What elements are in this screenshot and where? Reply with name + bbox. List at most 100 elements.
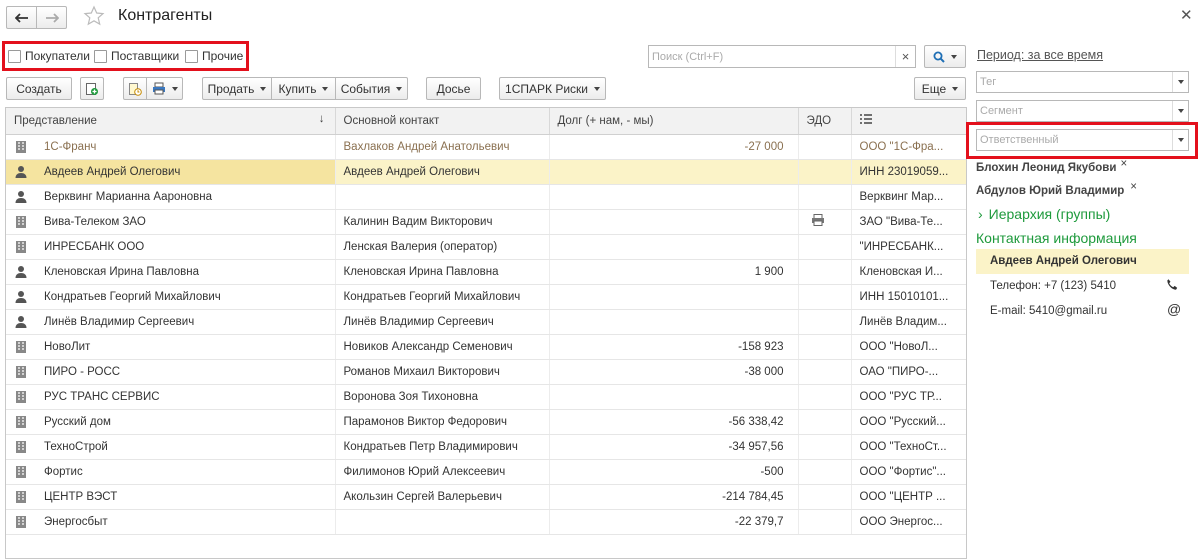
table-row[interactable]: Кленовская Ирина Павловна Кленовская Ирин… (6, 259, 966, 285)
phone-icon[interactable] (1166, 278, 1179, 294)
back-button[interactable] (6, 6, 37, 29)
cell-extra[interactable]: ОАО "ПИРО-... (851, 359, 966, 385)
table-row[interactable]: ПИРО - РОСС Романов Михаил Викторович -38 … (6, 359, 966, 385)
cell-name[interactable]: ПИРО - РОСС (6, 359, 336, 385)
table-row[interactable]: НовоЛит Новиков Александр Семенович -158 9… (6, 334, 966, 360)
cell-debt[interactable] (549, 309, 799, 335)
remove-icon[interactable]: × (1130, 181, 1137, 193)
search-button[interactable] (924, 45, 966, 68)
cell-extra[interactable]: ООО "ЦЕНТР ... (851, 484, 966, 510)
cell-debt[interactable] (549, 234, 799, 260)
cell-name[interactable]: Вива-Телеком ЗАО (6, 209, 336, 235)
cell-edo[interactable] (798, 234, 852, 260)
cell-extra[interactable]: ИНН 23019059... (851, 159, 966, 185)
cell-debt[interactable]: 1 900 (549, 259, 799, 285)
cell-edo[interactable] (798, 184, 852, 210)
cell-contact[interactable]: Романов Михаил Викторович (335, 359, 550, 385)
cell-edo[interactable] (798, 434, 852, 460)
cell-edo[interactable] (798, 259, 852, 285)
close-icon[interactable]: ✕ (1180, 6, 1193, 24)
search-input[interactable]: Поиск (Ctrl+F) × (648, 45, 916, 68)
chevron-down-icon[interactable] (1172, 72, 1188, 92)
table-row[interactable]: ИНРЕСБАНК ООО Ленская Валерия (оператор) "… (6, 234, 966, 260)
cell-debt[interactable]: -34 957,56 (549, 434, 799, 460)
table-row[interactable]: Энергосбыт -22 379,7 ООО Энергос... (6, 509, 966, 535)
cell-extra[interactable]: ООО "НовоЛ... (851, 334, 966, 360)
buy-button[interactable]: Купить (271, 77, 336, 100)
cell-debt[interactable]: -56 338,42 (549, 409, 799, 435)
col-list-header[interactable] (851, 108, 966, 135)
filter-other[interactable]: Прочие (185, 49, 243, 64)
events-button[interactable]: События (335, 77, 408, 100)
cell-edo[interactable] (798, 334, 852, 360)
cell-name[interactable]: НовоЛит (6, 334, 336, 360)
cell-extra[interactable]: ООО "РУС ТР... (851, 384, 966, 410)
cell-name[interactable]: Линёв Владимир Сергеевич (6, 309, 336, 335)
cell-contact[interactable] (335, 184, 550, 210)
other-checkbox[interactable] (185, 50, 198, 64)
cell-edo[interactable] (798, 459, 852, 485)
table-row[interactable]: РУС ТРАНС СЕРВИС Воронова Зоя Тихоновна ОО… (6, 384, 966, 410)
cell-extra[interactable]: ООО Энергос... (851, 509, 966, 535)
cell-extra[interactable]: ООО "1С-Фра... (851, 134, 966, 160)
cell-extra[interactable]: ИНН 15010101... (851, 284, 966, 310)
more-button[interactable]: Еще (914, 77, 966, 100)
table-row[interactable]: ТехноСтрой Кондратьев Петр Владимирович -3… (6, 434, 966, 460)
cell-contact[interactable]: Кондратьев Георгий Михайлович (335, 284, 550, 310)
cell-contact[interactable]: Кондратьев Петр Владимирович (335, 434, 550, 460)
cell-edo[interactable] (798, 309, 852, 335)
cell-name[interactable]: ЦЕНТР ВЭСТ (6, 484, 336, 510)
print-button[interactable] (146, 77, 183, 100)
cell-edo[interactable] (798, 159, 852, 185)
email-icon[interactable]: @ (1167, 301, 1181, 317)
col-debt-header[interactable]: Долг (+ нам, - мы) (549, 108, 799, 135)
dossier-button[interactable]: Досье (426, 77, 481, 100)
col-contact-header[interactable]: Основной контакт (335, 108, 550, 135)
report-button[interactable] (123, 77, 147, 100)
cell-name[interactable]: Верквинг Марианна Аароновна (6, 184, 336, 210)
cell-name[interactable]: Кондратьев Георгий Михайлович (6, 284, 336, 310)
suppliers-checkbox[interactable] (94, 50, 107, 64)
cell-contact[interactable]: Парамонов Виктор Федорович (335, 409, 550, 435)
cell-name[interactable]: РУС ТРАНС СЕРВИС (6, 384, 336, 410)
segment-field[interactable]: Сегмент (976, 100, 1189, 122)
table-row[interactable]: ЦЕНТР ВЭСТ Акользин Сергей Валерьевич -214… (6, 484, 966, 510)
cell-edo[interactable] (798, 409, 852, 435)
cell-extra[interactable]: Кленовская И... (851, 259, 966, 285)
buyers-checkbox[interactable] (8, 50, 21, 64)
cell-contact[interactable]: Ленская Валерия (оператор) (335, 234, 550, 260)
table-row[interactable]: Вива-Телеком ЗАО Калинин Вадим Викторович… (6, 209, 966, 235)
cell-extra[interactable]: ООО "ТехноСт... (851, 434, 966, 460)
period-link[interactable]: Период: за все время (977, 48, 1103, 62)
cell-edo[interactable] (798, 209, 852, 235)
cell-contact[interactable]: Воронова Зоя Тихоновна (335, 384, 550, 410)
table-row[interactable]: Линёв Владимир Сергеевич Линёв Владимир С… (6, 309, 966, 335)
tag-field[interactable]: Тег (976, 71, 1189, 93)
cell-contact[interactable]: Линёв Владимир Сергеевич (335, 309, 550, 335)
cell-debt[interactable]: -500 (549, 459, 799, 485)
filter-suppliers[interactable]: Поставщики (94, 49, 179, 64)
copy-button[interactable] (80, 77, 104, 100)
col-edo-header[interactable]: ЭДО (798, 108, 852, 135)
cell-edo[interactable] (798, 509, 852, 535)
cell-debt[interactable] (549, 184, 799, 210)
cell-contact[interactable]: Новиков Александр Семенович (335, 334, 550, 360)
cell-contact[interactable] (335, 509, 550, 535)
cell-debt[interactable] (549, 384, 799, 410)
cell-edo[interactable] (798, 284, 852, 310)
cell-extra[interactable]: ООО "Фортис"... (851, 459, 966, 485)
cell-contact[interactable]: Филимонов Юрий Алексеевич (335, 459, 550, 485)
table-row[interactable]: Фортис Филимонов Юрий Алексеевич -500 ООО "… (6, 459, 966, 485)
spark-button[interactable]: 1СПАРК Риски (499, 77, 606, 100)
cell-debt[interactable]: -27 000 (549, 134, 799, 160)
cell-extra[interactable]: Линёв Владим... (851, 309, 966, 335)
table-row[interactable]: Авдеев Андрей Олегович Авдеев Андрей Олег… (6, 159, 966, 185)
cell-edo[interactable] (798, 484, 852, 510)
cell-debt[interactable] (549, 159, 799, 185)
cell-extra[interactable]: "ИНРЕСБАНК... (851, 234, 966, 260)
cell-contact[interactable]: Калинин Вадим Викторович (335, 209, 550, 235)
cell-name[interactable]: Русский дом (6, 409, 336, 435)
table-row[interactable]: Кондратьев Георгий Михайлович Кондратьев … (6, 284, 966, 310)
cell-debt[interactable]: -38 000 (549, 359, 799, 385)
cell-debt[interactable] (549, 209, 799, 235)
